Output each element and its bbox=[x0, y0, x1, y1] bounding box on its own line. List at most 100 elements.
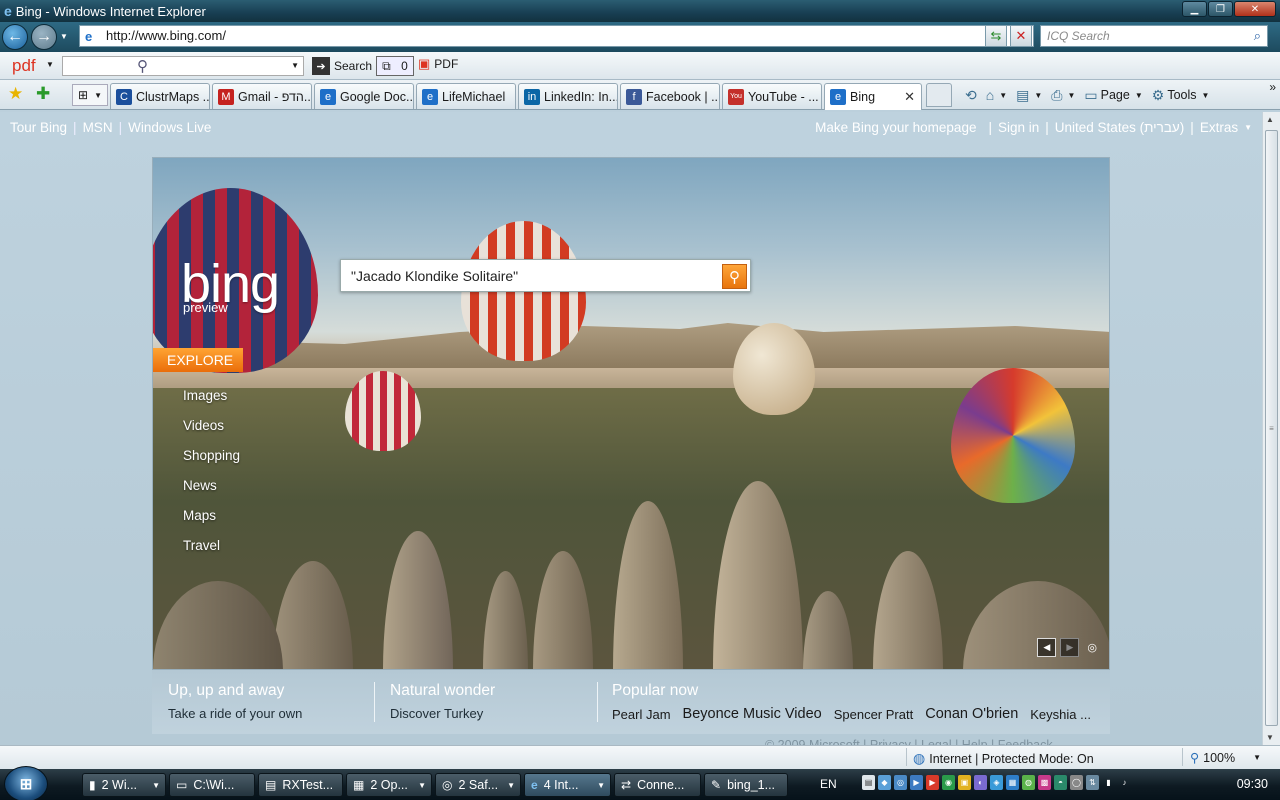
search-icon[interactable]: ⌕ bbox=[1254, 28, 1261, 44]
group-dropdown-icon[interactable]: ▼ bbox=[152, 781, 160, 790]
group-dropdown-icon[interactable]: ▼ bbox=[507, 781, 515, 790]
quick-tabs-button[interactable]: ⊞ ▼ bbox=[72, 84, 108, 106]
feeds-toolbar-icon[interactable]: ⟲ bbox=[965, 87, 977, 104]
taskbar-button[interactable]: ▦ 2 Op... ▼ bbox=[346, 773, 432, 797]
group-dropdown-icon[interactable]: ▼ bbox=[418, 781, 426, 790]
tray-icon[interactable]: ▶ bbox=[926, 775, 939, 790]
popular-item[interactable]: Keyshia ... bbox=[1030, 707, 1091, 722]
vertical-scrollbar[interactable]: ▲ ≡ ▼ bbox=[1262, 112, 1280, 745]
tab[interactable]: f Facebook | ... bbox=[620, 83, 720, 109]
nav-videos-link[interactable]: Videos bbox=[183, 417, 240, 447]
page-menu[interactable]: ▭ Page ▼ bbox=[1084, 87, 1142, 104]
bing-search-query[interactable]: "Jacado Klondike Solitaire" bbox=[351, 268, 518, 284]
tab[interactable]: e Bing ✕ bbox=[824, 83, 922, 110]
address-bar[interactable]: e http://www.bing.com/ ▼ bbox=[79, 25, 1034, 47]
make-homepage-link[interactable]: Make Bing your homepage bbox=[815, 120, 976, 135]
scroll-up-icon[interactable]: ▲ bbox=[1266, 115, 1274, 124]
taskbar-button[interactable]: e 4 Int... ▼ bbox=[524, 773, 611, 797]
tray-icon[interactable]: ⇅ bbox=[1086, 775, 1099, 790]
tray-icon[interactable]: ◓ bbox=[1054, 775, 1067, 790]
tray-icon[interactable]: ▩ bbox=[1038, 775, 1051, 790]
bing-search-box[interactable]: "Jacado Klondike Solitaire" ⚲ bbox=[340, 259, 751, 292]
tray-icon[interactable]: ▶ bbox=[910, 775, 923, 790]
address-url[interactable]: http://www.bing.com/ bbox=[106, 26, 1033, 46]
scroll-down-icon[interactable]: ▼ bbox=[1266, 733, 1274, 742]
new-tab-button[interactable] bbox=[926, 83, 952, 107]
close-button[interactable]: ✕ bbox=[1234, 1, 1276, 17]
popular-item[interactable]: Pearl Jam bbox=[612, 707, 671, 722]
region-link[interactable]: United States (עברית) bbox=[1055, 120, 1185, 135]
tray-icon[interactable]: ◆ bbox=[878, 775, 891, 790]
taskbar-button[interactable]: ▮ 2 Wi... ▼ bbox=[82, 773, 166, 797]
taskbar-button[interactable]: ◎ 2 Saf... ▼ bbox=[435, 773, 521, 797]
info-text[interactable]: Discover Turkey bbox=[390, 706, 495, 721]
stop-button[interactable]: ✕ bbox=[1010, 25, 1032, 47]
magnifier-icon[interactable]: ⚲ bbox=[137, 57, 148, 75]
info-column-turkey[interactable]: Natural wonder Discover Turkey bbox=[390, 682, 495, 721]
group-dropdown-icon[interactable]: ▼ bbox=[597, 781, 605, 790]
back-button[interactable]: ← bbox=[2, 24, 28, 50]
clock[interactable]: 09:30 bbox=[1237, 777, 1268, 791]
tools-menu[interactable]: ⚙ Tools ▼ bbox=[1152, 87, 1210, 104]
tab[interactable]: You YouTube - ... bbox=[722, 83, 822, 109]
tray-icon[interactable]: ▦ bbox=[1006, 775, 1019, 790]
rss-feed-icon[interactable]: ▤ bbox=[1016, 87, 1029, 104]
close-tab-icon[interactable]: ✕ bbox=[904, 89, 915, 105]
search-input[interactable]: ICQ Search ⌕ bbox=[1040, 25, 1268, 47]
sign-in-link[interactable]: Sign in bbox=[998, 120, 1039, 135]
next-image-button[interactable]: ▶ bbox=[1060, 638, 1080, 657]
zoom-control[interactable]: ⚲ 100% ▼ bbox=[1190, 750, 1261, 766]
search-go-button[interactable]: ⚲ bbox=[722, 264, 747, 289]
home-dropdown-icon[interactable]: ▼ bbox=[999, 91, 1007, 100]
print-icon[interactable]: ⎙ bbox=[1051, 87, 1062, 104]
print-dropdown-icon[interactable]: ▼ bbox=[1067, 91, 1075, 100]
pdf-search-dropdown-icon[interactable]: ▼ bbox=[291, 61, 299, 70]
tray-icon[interactable]: ◍ bbox=[1022, 775, 1035, 790]
tour-bing-link[interactable]: Tour Bing bbox=[10, 120, 67, 135]
tab[interactable]: e LifeMichael bbox=[416, 83, 516, 109]
info-title[interactable]: Natural wonder bbox=[390, 682, 495, 700]
pdf-search-field[interactable]: ⚲ ▼ bbox=[62, 56, 304, 76]
tray-icon[interactable]: ◉ bbox=[942, 775, 955, 790]
scrollbar-thumb[interactable]: ≡ bbox=[1265, 130, 1278, 726]
tab-list-dropdown-icon[interactable]: ▼ bbox=[94, 91, 102, 100]
extras-dropdown-icon[interactable]: ▼ bbox=[1244, 123, 1252, 132]
minimize-button[interactable]: ▁ bbox=[1182, 1, 1207, 17]
info-text[interactable]: Take a ride of your own bbox=[168, 706, 302, 721]
speaker-icon[interactable]: ♪ bbox=[1118, 775, 1131, 790]
tray-icon[interactable]: ▤ bbox=[862, 775, 875, 790]
taskbar-button[interactable]: ▭ C:\Wi... bbox=[169, 773, 255, 797]
pdf-button[interactable]: ▣ PDF bbox=[418, 56, 458, 72]
popular-item[interactable]: Beyonce Music Video bbox=[683, 706, 822, 722]
feed-dropdown-icon[interactable]: ▼ bbox=[1034, 91, 1042, 100]
nav-travel-link[interactable]: Travel bbox=[183, 537, 240, 567]
nav-news-link[interactable]: News bbox=[183, 477, 240, 507]
copyright-icon[interactable]: ◎ bbox=[1087, 641, 1097, 654]
tab[interactable]: M Gmail - הדפ... bbox=[212, 83, 312, 109]
language-indicator[interactable]: EN bbox=[820, 777, 837, 791]
start-button[interactable]: ⊞ bbox=[4, 766, 48, 800]
popular-item[interactable]: Spencer Pratt bbox=[834, 707, 914, 722]
forward-button[interactable]: → bbox=[31, 24, 57, 50]
pdf-logo-dropdown-icon[interactable]: ▼ bbox=[46, 60, 54, 69]
taskbar-button[interactable]: ⇄ Conne... bbox=[614, 773, 701, 797]
chevron-more-icon[interactable]: » bbox=[1269, 80, 1276, 94]
tray-icon[interactable]: ◐ bbox=[974, 775, 987, 790]
add-favorites-icon[interactable]: ✚ bbox=[36, 84, 50, 104]
recent-pages-dropdown-icon[interactable]: ▼ bbox=[60, 32, 70, 41]
pdf-logo[interactable]: pdf bbox=[12, 56, 36, 76]
home-icon[interactable]: ⌂ bbox=[986, 87, 994, 103]
battery-icon[interactable]: ▮ bbox=[1102, 775, 1115, 790]
nav-images-link[interactable]: Images bbox=[183, 387, 240, 417]
security-zone[interactable]: ◍ Internet | Protected Mode: On bbox=[913, 750, 1094, 767]
tray-icon[interactable]: ◎ bbox=[894, 775, 907, 790]
tab[interactable]: C ClustrMaps ... bbox=[110, 83, 210, 109]
refresh-button[interactable]: ⇆ bbox=[985, 25, 1007, 47]
pdf-search-button[interactable]: ➔ Search bbox=[312, 56, 372, 76]
tray-icon[interactable]: ▣ bbox=[958, 775, 971, 790]
maximize-button[interactable]: ❐ bbox=[1208, 1, 1233, 17]
window-count-button[interactable]: ⧉ 0 bbox=[376, 56, 414, 76]
tab[interactable]: in LinkedIn: In... bbox=[518, 83, 618, 109]
nav-maps-link[interactable]: Maps bbox=[183, 507, 240, 537]
popular-item[interactable]: Conan O'brien bbox=[925, 706, 1018, 722]
